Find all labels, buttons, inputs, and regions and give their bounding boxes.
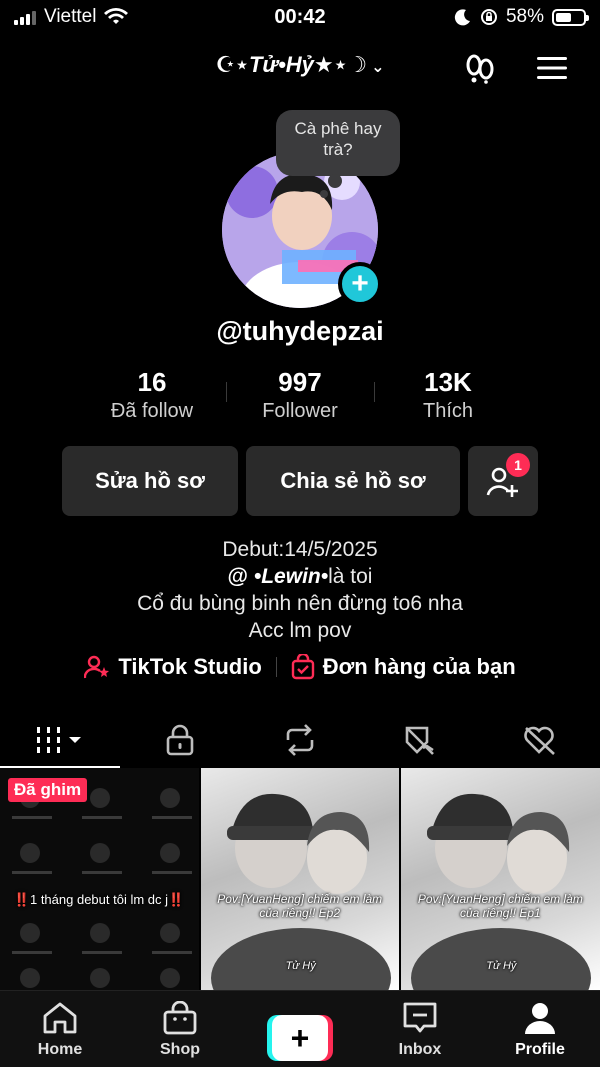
- studio-icon: [84, 655, 110, 679]
- nav-profile[interactable]: Profile: [480, 991, 600, 1067]
- video-thumbnail[interactable]: Pov:[YuanHeng] chiếm em làm của riêng!! …: [401, 768, 600, 990]
- profile-stats: 16 Đã follow 997 Follower 13K Thích: [78, 366, 522, 423]
- profile-actions: Sửa hồ sơ Chia sẻ hồ sơ 1: [62, 446, 538, 516]
- edit-profile-button[interactable]: Sửa hồ sơ: [62, 446, 238, 516]
- note-bubble[interactable]: Cà phê hay trà?: [276, 110, 400, 198]
- pinned-badge: Đã ghim: [8, 778, 88, 802]
- account-switcher[interactable]: ☪︎⋆Tử•Hỷ★⋆☽ ⌄: [0, 52, 600, 78]
- carrier-name: Viettel: [44, 6, 97, 27]
- create-button[interactable]: +: [267, 1015, 333, 1061]
- studio-label: TikTok Studio: [118, 654, 262, 679]
- video-caption: ‼️1 tháng debut tôi lm dc j‼️: [13, 892, 185, 907]
- bio-line-1: Debut:14/5/2025: [222, 538, 378, 561]
- grid-icon: [37, 727, 81, 753]
- followers-count: 997: [278, 367, 322, 397]
- battery-icon: [552, 8, 589, 26]
- nav-shop-label: Shop: [160, 1041, 200, 1058]
- video-watermark: Tử Hỷ: [285, 960, 316, 972]
- status-left: Viettel: [14, 6, 129, 28]
- lock-icon: [166, 724, 194, 756]
- friend-request-badge: 1: [506, 453, 530, 477]
- stat-following[interactable]: 16 Đã follow: [78, 366, 226, 423]
- video-watermark: Tử Hỷ: [486, 960, 517, 972]
- bio-mention[interactable]: @ •Lewin•: [228, 565, 329, 588]
- nav-shop[interactable]: Shop: [120, 991, 240, 1067]
- chevron-down-icon: ⌄: [371, 59, 385, 76]
- nav-inbox[interactable]: Inbox: [360, 991, 480, 1067]
- tab-reposts[interactable]: [240, 712, 360, 768]
- inbox-icon: [403, 1002, 437, 1033]
- profile-bio: Debut:14/5/2025 @ •Lewin•là toi Cổ đu bù…: [0, 536, 600, 644]
- stat-likes[interactable]: 13K Thích: [374, 366, 522, 423]
- status-right: 58%: [454, 6, 589, 28]
- tab-private[interactable]: [120, 712, 240, 768]
- tab-liked[interactable]: [480, 712, 600, 768]
- followers-label: Follower: [262, 400, 338, 422]
- profile-icon: [525, 1003, 555, 1034]
- content-tabs: [0, 712, 600, 768]
- likes-label: Thích: [422, 400, 474, 422]
- nav-profile-label: Profile: [515, 1041, 565, 1058]
- bio-line-3: Cổ đu bùng binh nên đừng to6 nha: [137, 592, 463, 615]
- profile-links: TikTok Studio Đơn hàng của bạn: [0, 654, 600, 680]
- bio-line-4: Acc lm pov: [248, 619, 352, 642]
- likes-count: 13K: [424, 367, 472, 397]
- bottom-nav: Home Shop + Inbox Profile: [0, 990, 600, 1067]
- nav-home[interactable]: Home: [0, 991, 120, 1067]
- orders-label: Đơn hàng của bạn: [322, 654, 516, 679]
- tab-videos[interactable]: [0, 712, 120, 768]
- video-grid: Đã ghim ‼️1 tháng debut tôi lm dc j‼️ Po…: [0, 768, 600, 990]
- share-profile-button[interactable]: Chia sẻ hồ sơ: [246, 446, 460, 516]
- stat-followers[interactable]: 997 Follower: [226, 366, 374, 423]
- orders-link[interactable]: Đơn hàng của bạn: [291, 654, 516, 680]
- tab-favorites[interactable]: [360, 712, 480, 768]
- link-separator: [275, 657, 277, 677]
- wifi-icon: [104, 8, 129, 24]
- bio-line-2: @ •Lewin•là toi: [0, 563, 600, 590]
- liked-icon: [524, 726, 555, 755]
- status-bar: Viettel 00:42 58%: [0, 0, 600, 34]
- orientation-lock-icon: [480, 9, 497, 25]
- top-nav: ☪︎⋆Tử•Hỷ★⋆☽ ⌄: [0, 44, 600, 92]
- hamburger-menu-icon[interactable]: [534, 50, 570, 86]
- nav-home-label: Home: [37, 1041, 83, 1058]
- plus-icon: +: [272, 1015, 328, 1061]
- nav-inbox-label: Inbox: [398, 1041, 442, 1058]
- shop-bag-icon: [163, 1001, 197, 1035]
- account-name: ☪︎⋆Tử•Hỷ★⋆☽: [215, 52, 368, 77]
- home-icon: [43, 1002, 77, 1034]
- video-caption: Pov:[YuanHeng] chiếm em làm của riêng!! …: [217, 892, 383, 920]
- mention-prefix: @: [227, 565, 249, 588]
- shopping-bag-icon: [291, 654, 314, 680]
- username: @tuhydepzai: [216, 316, 384, 346]
- add-friend-button[interactable]: 1: [468, 446, 538, 516]
- bio-line-2-suffix: là toi: [328, 565, 373, 588]
- battery-percent: 58%: [505, 6, 544, 27]
- following-count: 16: [137, 367, 167, 397]
- note-text: Cà phê hay trà?: [294, 119, 382, 159]
- add-story-button[interactable]: +: [338, 262, 382, 306]
- favorites-icon: [405, 726, 434, 755]
- cellular-signal-icon: [14, 9, 36, 25]
- repost-icon: [286, 724, 314, 756]
- video-thumbnail[interactable]: Đã ghim ‼️1 tháng debut tôi lm dc j‼️: [0, 768, 199, 990]
- tiktok-studio-link[interactable]: TikTok Studio: [84, 654, 262, 680]
- video-caption: Pov:[YuanHeng] chiếm em làm của riêng!! …: [417, 892, 583, 920]
- mention-name: •Lewin•: [253, 565, 329, 588]
- video-thumbnail[interactable]: Pov:[YuanHeng] chiếm em làm của riêng!! …: [200, 768, 400, 990]
- nav-create[interactable]: +: [240, 991, 360, 1067]
- moon-icon: [454, 9, 470, 26]
- following-label: Đã follow: [110, 400, 194, 422]
